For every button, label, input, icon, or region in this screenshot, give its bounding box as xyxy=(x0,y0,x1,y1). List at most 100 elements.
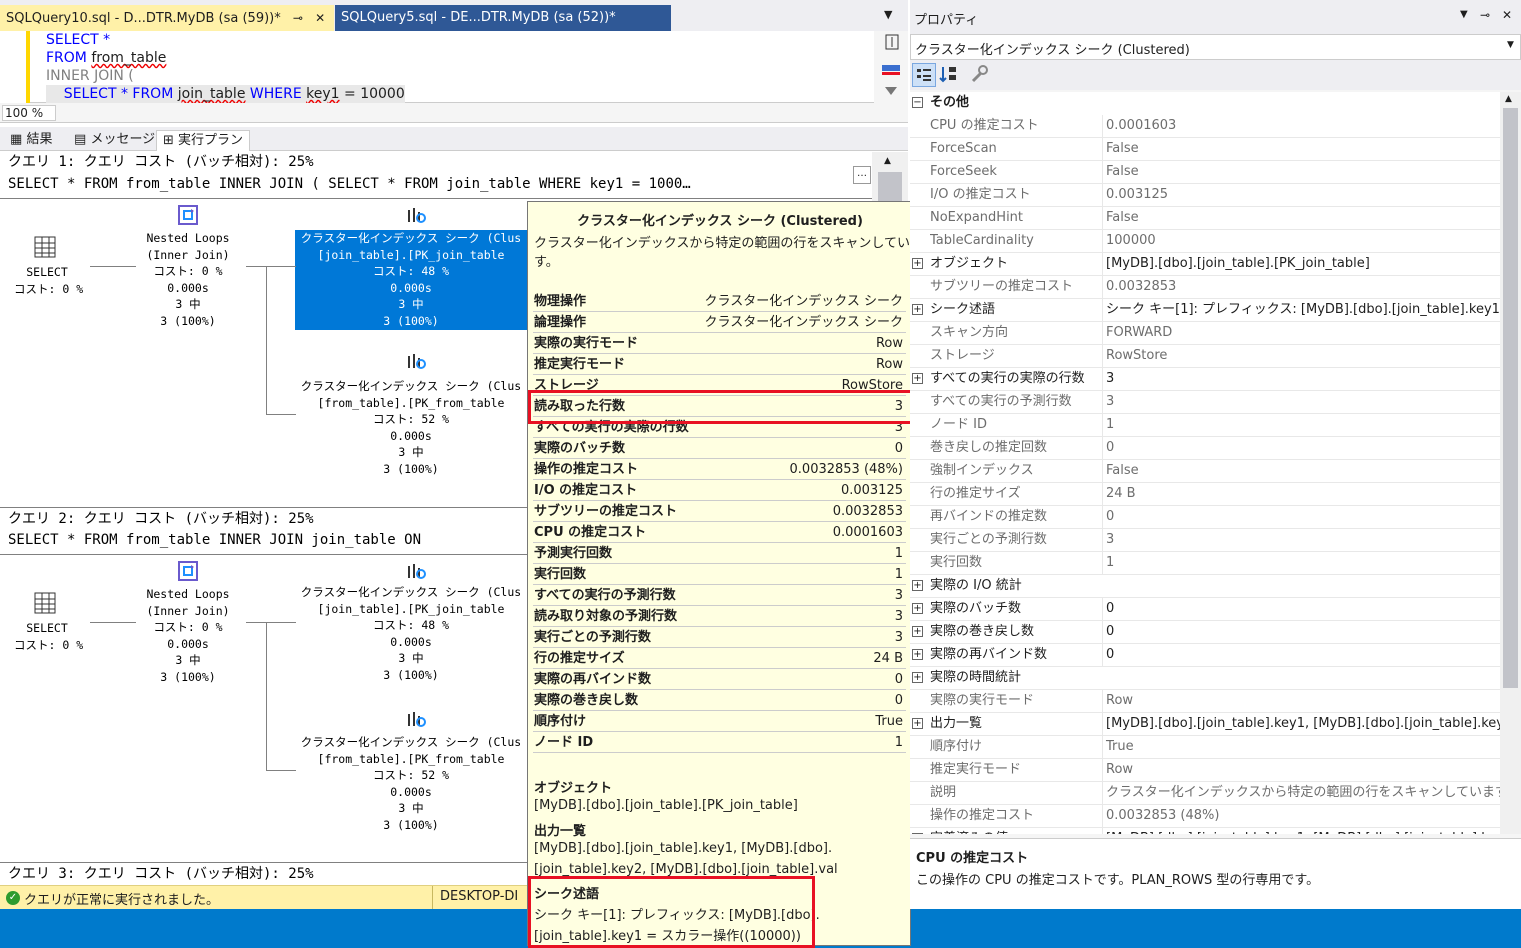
expand-icon[interactable]: + xyxy=(912,258,923,269)
property-row[interactable]: + 定義済みの値 [MyDB].[dbo].[join_table].key1, [… xyxy=(910,828,1500,834)
more-button[interactable]: … xyxy=(853,166,871,184)
tab-results[interactable]: ▦ 結果 xyxy=(4,130,58,151)
property-value: 0 xyxy=(1102,644,1500,666)
property-row[interactable]: 説明 クラスター化インデックスから特定の範囲の行をスキャンしています。 xyxy=(910,782,1500,805)
property-row[interactable]: + 実際のバッチ数 0 xyxy=(910,598,1500,621)
property-value: 0 xyxy=(1102,621,1500,643)
property-name: 定義済みの値 xyxy=(930,828,1098,834)
property-row[interactable]: スキャン方向 FORWARD xyxy=(910,322,1500,345)
expand-icon[interactable]: + xyxy=(912,833,923,834)
tooltip-output-label: 出力一覧 xyxy=(534,824,587,839)
property-row[interactable]: NoExpandHint False xyxy=(910,207,1500,230)
select-icon xyxy=(34,236,56,258)
pin-icon[interactable]: ⊸ xyxy=(1480,8,1490,22)
property-row[interactable]: 実際の実行モード Row xyxy=(910,690,1500,713)
property-value: 0.0032853 (48%) xyxy=(1102,805,1500,827)
pin-icon[interactable]: ⊸ xyxy=(293,5,303,31)
expand-icon[interactable]: + xyxy=(912,304,923,315)
property-row[interactable]: 実行ごとの予測行数 3 xyxy=(910,529,1500,552)
tab-sqlquery5-label: SQLQuery5.sql - DE...DTR.MyDB (sa (52))* xyxy=(341,10,616,25)
scroll-up-icon[interactable]: ▲ xyxy=(1505,94,1512,104)
property-row[interactable]: ForceSeek False xyxy=(910,161,1500,184)
tab-sqlquery5[interactable]: SQLQuery5.sql - DE...DTR.MyDB (sa (52))* xyxy=(335,5,671,31)
property-row[interactable]: 再バインドの推定数 0 xyxy=(910,506,1500,529)
select-icon xyxy=(34,592,56,614)
expand-icon[interactable]: + xyxy=(912,603,923,614)
zoom-select[interactable]: 100 % xyxy=(2,105,56,121)
nested-loops-node-2[interactable]: Nested Loops (Inner Join) コスト: 0 % 0.000s 3 … xyxy=(126,586,250,685)
property-value: 0 xyxy=(1102,437,1500,459)
property-row[interactable]: 推定実行モード Row xyxy=(910,759,1500,782)
tooltip-row: 推定実行モード Row xyxy=(533,354,906,375)
alphabetical-button[interactable] xyxy=(938,63,962,87)
connector xyxy=(246,622,296,623)
property-row[interactable]: + 実際の時間統計 xyxy=(910,667,1500,690)
select-node-1[interactable]: SELECT コスト: 0 % xyxy=(14,264,83,297)
expand-icon[interactable]: + xyxy=(912,626,923,637)
property-row[interactable]: + 実際の再バインド数 0 xyxy=(910,644,1500,667)
select-node-2[interactable]: SELECT コスト: 0 % xyxy=(14,620,83,653)
categorized-button[interactable] xyxy=(912,63,936,87)
close-icon[interactable]: ✕ xyxy=(1502,8,1512,22)
close-icon[interactable]: ✕ xyxy=(315,5,325,31)
property-grid[interactable]: − その他 CPU の推定コスト 0.0001603 ForceScan False F… xyxy=(910,92,1500,834)
expand-icon[interactable]: + xyxy=(912,580,923,591)
scroll-up-icon[interactable]: ▲ xyxy=(884,156,891,166)
expand-icon[interactable]: + xyxy=(912,649,923,660)
expand-icon[interactable]: + xyxy=(912,672,923,683)
property-row[interactable]: I/O の推定コスト 0.003125 xyxy=(910,184,1500,207)
property-row[interactable]: + 実際の巻き戻し数 0 xyxy=(910,621,1500,644)
property-row[interactable]: 行の推定サイズ 24 B xyxy=(910,483,1500,506)
property-row[interactable]: CPU の推定コスト 0.0001603 xyxy=(910,115,1500,138)
property-row[interactable]: + 実際の I/O 統計 xyxy=(910,575,1500,598)
result-tab-bar: ▦ 結果 ▤ メッセージ ⊞ 実行プラン xyxy=(0,127,908,151)
editor-scrollbar[interactable] xyxy=(874,31,908,103)
property-row[interactable]: 巻き戻しの推定回数 0 xyxy=(910,437,1500,460)
seek-node-from-1[interactable]: クラスター化インデックス シーク (Clus [from_table].[PK_f… xyxy=(295,378,527,477)
query-2-sql: SELECT * FROM from_table INNER JOIN join… xyxy=(8,532,422,548)
tab-messages[interactable]: ▤ メッセージ xyxy=(68,130,161,151)
property-row[interactable]: サブツリーの推定コスト 0.0032853 xyxy=(910,276,1500,299)
tooltip-row-key: 実際の再バインド数 xyxy=(534,672,652,687)
property-pages-button[interactable] xyxy=(968,63,992,87)
success-icon: ✓ xyxy=(6,891,20,905)
property-value: FORWARD xyxy=(1102,322,1500,344)
property-row[interactable]: + 出力一覧 [MyDB].[dbo].[join_table].key1, [My… xyxy=(910,713,1500,736)
properties-title: プロパティ xyxy=(914,13,979,28)
property-row[interactable]: 実行回数 1 xyxy=(910,552,1500,575)
property-scrollbar[interactable]: ▲ xyxy=(1500,92,1521,834)
property-row[interactable]: すべての実行の予測行数 3 xyxy=(910,391,1500,414)
seek-node-join-1[interactable]: クラスター化インデックス シーク (Clus [join_table].[PK_j… xyxy=(295,230,527,330)
expand-icon[interactable]: + xyxy=(912,373,923,384)
sql-editor[interactable]: SELECT * FROM from_table INNER JOIN ( SE… xyxy=(0,31,908,103)
object-selector[interactable]: クラスター化インデックス シーク (Clustered) ▼ xyxy=(910,34,1521,60)
property-value: 1 xyxy=(1102,414,1500,436)
tab-sqlquery10[interactable]: SQLQuery10.sql - D...DTR.MyDB (sa (59))*… xyxy=(0,5,334,31)
categorized-icon xyxy=(917,69,931,81)
property-row[interactable]: 操作の推定コスト 0.0032853 (48%) xyxy=(910,805,1500,828)
property-row[interactable]: ストレージ RowStore xyxy=(910,345,1500,368)
tooltip-row: I/O の推定コスト 0.003125 xyxy=(533,480,906,501)
tab-execution-plan[interactable]: ⊞ 実行プラン xyxy=(156,130,251,151)
seek-node-join-2[interactable]: クラスター化インデックス シーク (Clus [join_table].[PK_j… xyxy=(295,584,527,683)
nested-loops-node-1[interactable]: Nested Loops (Inner Join) コスト: 0 % 0.000s 3 … xyxy=(126,230,250,329)
property-value: 100000 xyxy=(1102,230,1500,252)
expand-icon[interactable]: + xyxy=(912,718,923,729)
property-row[interactable]: 強制インデックス False xyxy=(910,460,1500,483)
property-row[interactable]: + オブジェクト [MyDB].[dbo].[join_table].[PK_joi… xyxy=(910,253,1500,276)
property-row[interactable]: + すべての実行の実際の行数 3 xyxy=(910,368,1500,391)
tab-dropdown-icon[interactable]: ▼ xyxy=(884,8,892,21)
category-other[interactable]: − その他 xyxy=(910,92,1500,115)
property-row[interactable]: ノード ID 1 xyxy=(910,414,1500,437)
property-name: 実際の再バインド数 xyxy=(930,647,1048,662)
collapse-icon[interactable]: − xyxy=(912,97,923,108)
property-row[interactable]: TableCardinality 100000 xyxy=(910,230,1500,253)
scroll-thumb[interactable] xyxy=(1503,108,1518,688)
property-row[interactable]: ForceScan False xyxy=(910,138,1500,161)
property-row[interactable]: 順序付け True xyxy=(910,736,1500,759)
property-name: ForceSeek xyxy=(930,164,997,179)
tooltip-row: 実際の再バインド数 0 xyxy=(533,669,906,690)
seek-node-from-2[interactable]: クラスター化インデックス シーク (Clus [from_table].[PK_f… xyxy=(295,734,527,833)
property-row[interactable]: + シーク述語 シーク キー[1]: プレフィックス: [MyDB].[dbo].[… xyxy=(910,299,1500,322)
panel-menu-icon[interactable]: ▼ xyxy=(1460,9,1468,20)
